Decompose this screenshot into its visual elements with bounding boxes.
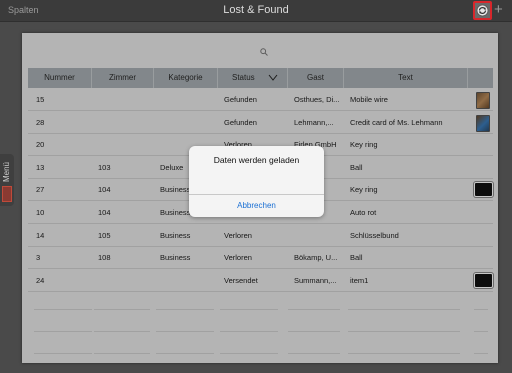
page-title: Lost & Found <box>223 4 289 16</box>
add-button[interactable]: + <box>494 2 503 17</box>
dialog-message: Daten werden geladen <box>213 155 300 165</box>
sync-icon <box>476 4 489 17</box>
side-menu-label: Menü <box>2 161 11 182</box>
menu-thumbnail-icon <box>2 186 12 202</box>
top-bar: Spalten Lost & Found + <box>0 0 512 22</box>
sync-button[interactable] <box>473 1 492 20</box>
cancel-button[interactable]: Abbrechen <box>189 195 324 217</box>
lost-found-app: Spalten Lost & Found + Menü Nummer Zimme… <box>0 0 512 373</box>
loading-dialog: Daten werden geladen Abbrechen <box>189 146 324 217</box>
